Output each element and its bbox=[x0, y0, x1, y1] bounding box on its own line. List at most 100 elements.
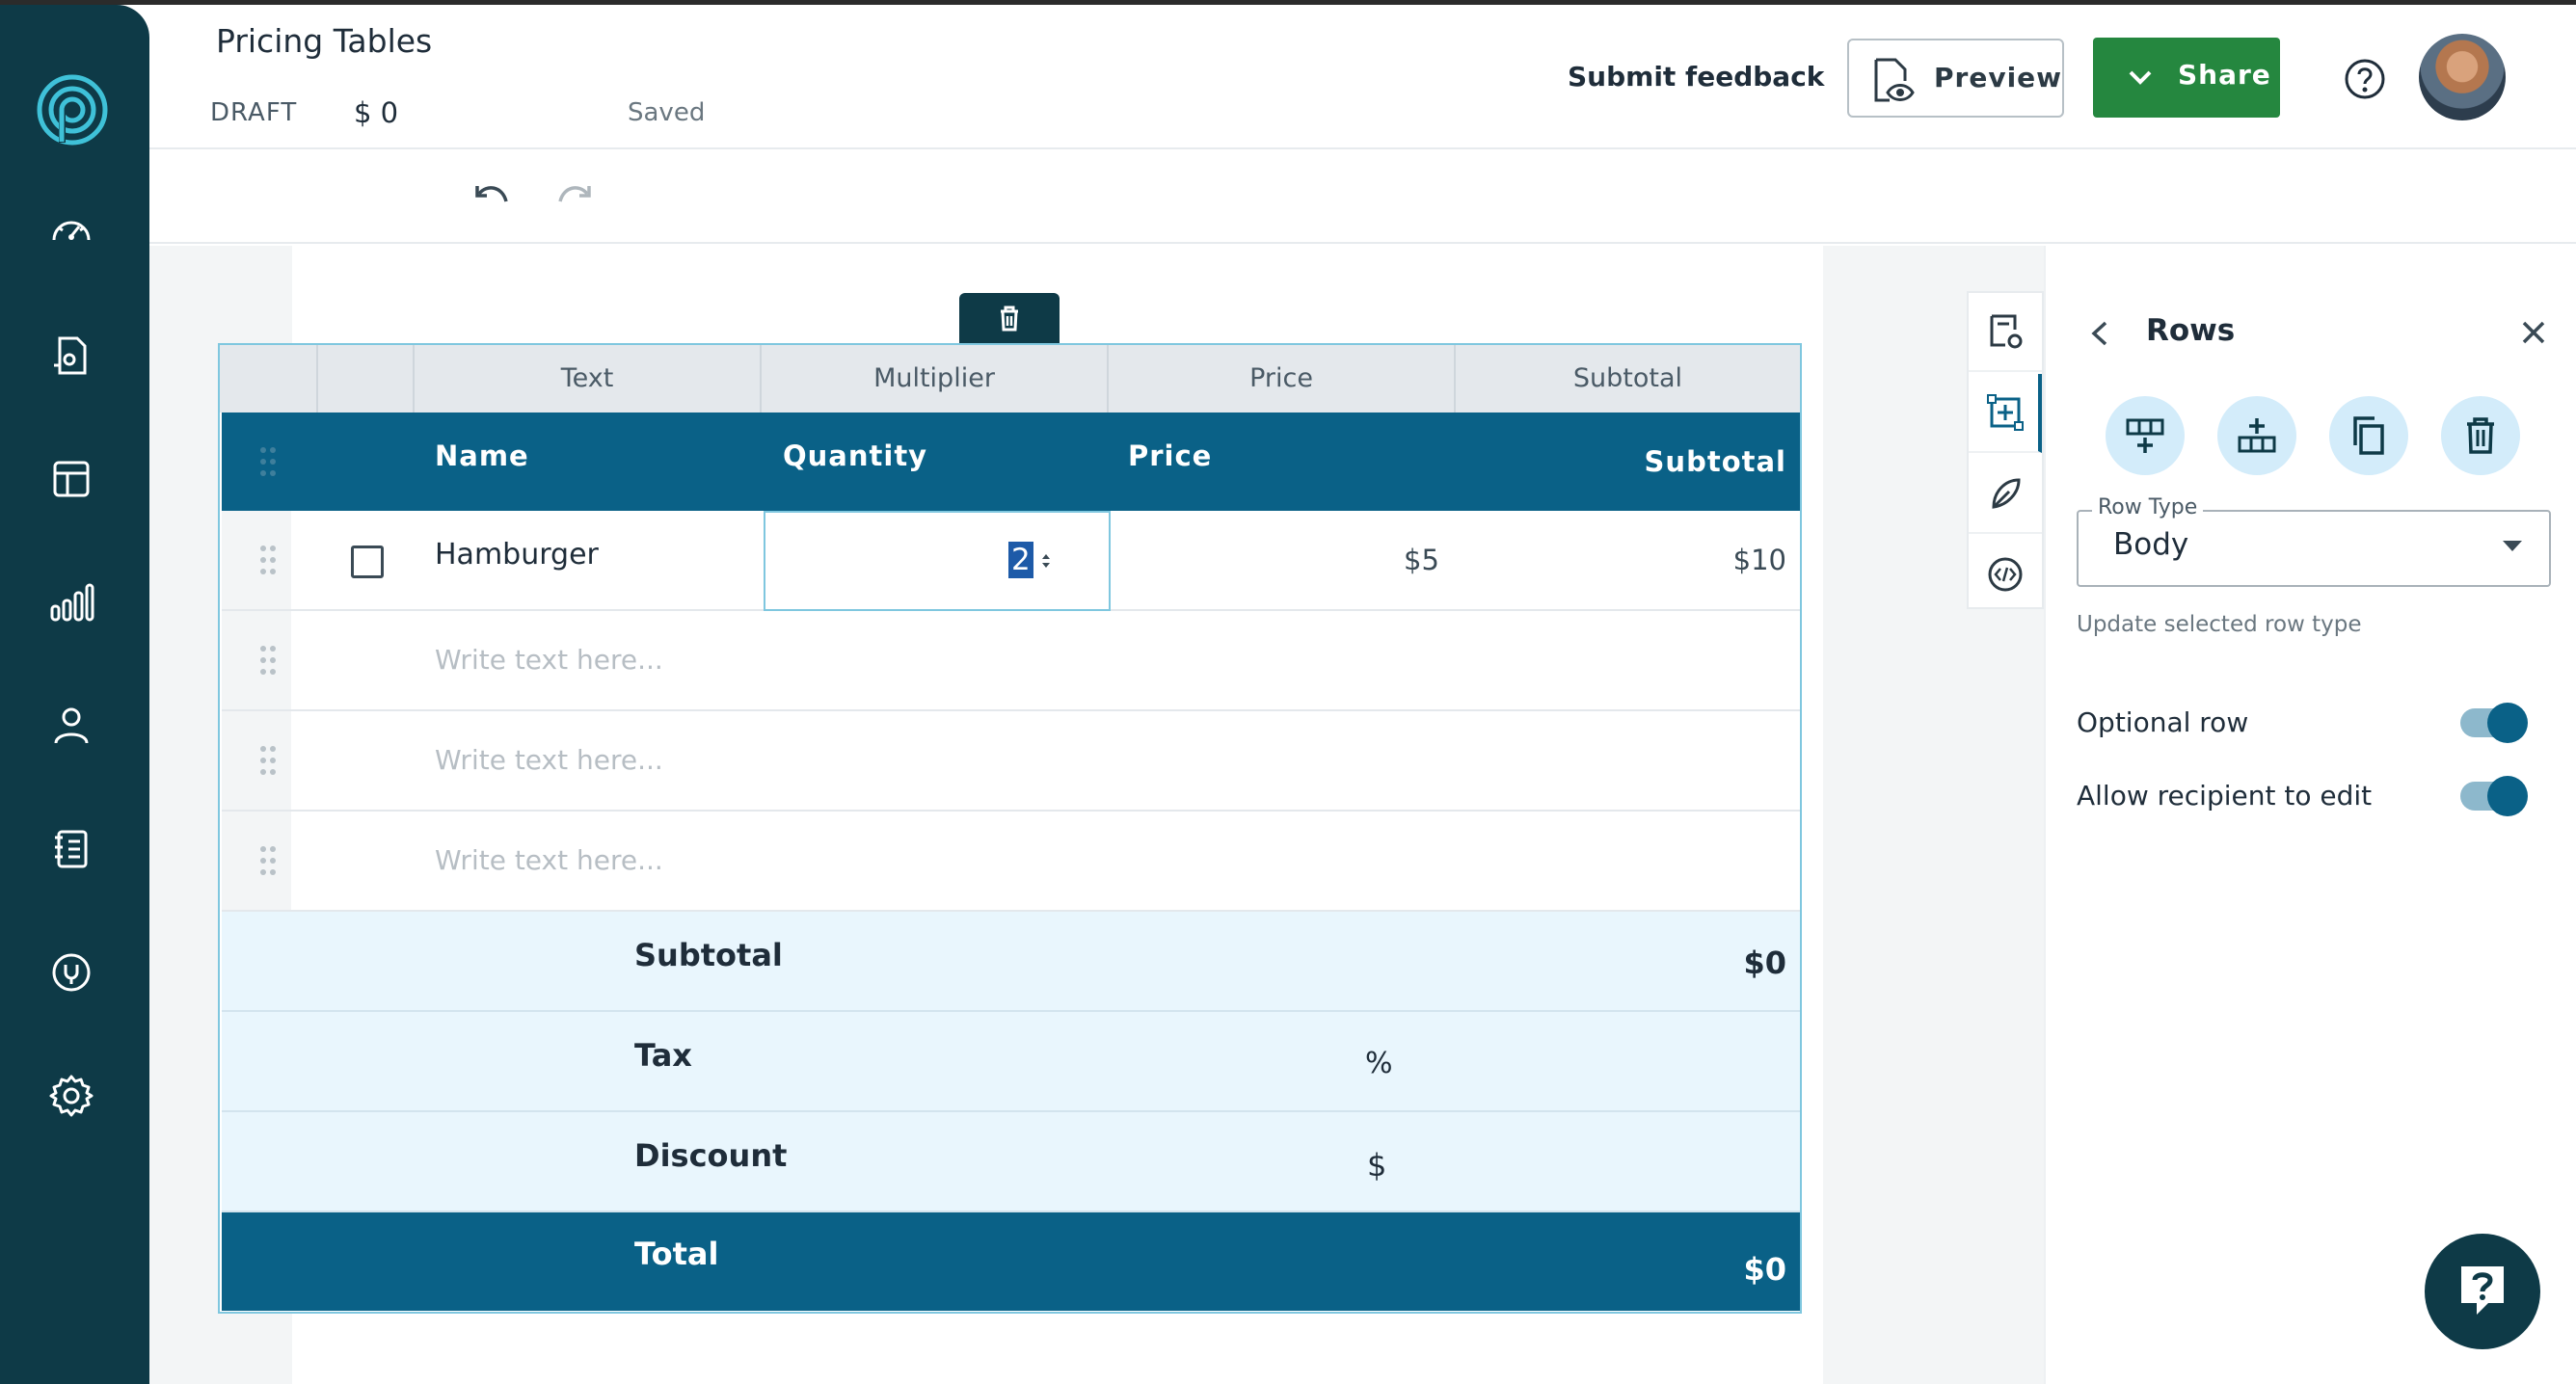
discount-label: Discount bbox=[634, 1137, 788, 1174]
discount-value[interactable]: $ bbox=[1367, 1147, 1386, 1184]
type-cell-multiplier[interactable]: Multiplier bbox=[760, 345, 1107, 413]
trash-icon bbox=[2467, 417, 2494, 454]
share-button[interactable]: Share bbox=[2093, 38, 2280, 118]
item-subtotal: $10 bbox=[1732, 544, 1786, 576]
item-name[interactable]: Hamburger bbox=[435, 538, 599, 572]
allow-edit-toggle[interactable] bbox=[2460, 776, 2528, 816]
editor-toolbar bbox=[149, 151, 2576, 244]
allow-edit-label: Allow recipient to edit bbox=[2077, 780, 2373, 812]
tab-block-settings[interactable] bbox=[1969, 293, 2042, 372]
insert-row-above-button[interactable] bbox=[2106, 396, 2185, 475]
documents-icon[interactable] bbox=[46, 331, 96, 381]
tax-value[interactable]: % bbox=[1365, 1047, 1393, 1080]
item-price[interactable]: $5 bbox=[1404, 544, 1439, 576]
header-subtotal[interactable]: Subtotal bbox=[1645, 445, 1786, 478]
stepper-icon[interactable] bbox=[1039, 551, 1053, 571]
user-avatar[interactable] bbox=[2419, 34, 2506, 120]
document-status: DRAFT bbox=[210, 98, 298, 127]
chat-icon bbox=[2461, 1266, 2504, 1315]
redo-icon[interactable] bbox=[554, 180, 593, 215]
copy-icon bbox=[2353, 416, 2384, 455]
pricing-table[interactable]: Text Multiplier Price Subtotal Name Quan… bbox=[218, 343, 1802, 1314]
type-cell-grip bbox=[220, 345, 316, 413]
drag-handle-icon[interactable] bbox=[260, 846, 278, 875]
quantity-value[interactable]: 2 bbox=[1008, 542, 1033, 578]
insert-row-above-icon bbox=[2126, 418, 2164, 453]
header-name[interactable]: Name bbox=[435, 439, 529, 472]
row-grip-column bbox=[222, 711, 291, 810]
document-header: Pricing Tables DRAFT $ 0 Saved Submit fe… bbox=[149, 5, 2576, 149]
chevron-down-icon bbox=[2129, 70, 2152, 85]
table-row[interactable]: Write text here... bbox=[222, 611, 1800, 711]
drag-handle-icon[interactable] bbox=[260, 646, 278, 675]
row-text-placeholder[interactable]: Write text here... bbox=[435, 644, 663, 676]
subtotal-value: $0 bbox=[1743, 945, 1786, 981]
toggle-knob bbox=[2487, 776, 2528, 816]
total-row[interactable]: Total $0 bbox=[222, 1212, 1800, 1311]
app-logo-icon[interactable] bbox=[35, 72, 110, 147]
subtotal-label: Subtotal bbox=[634, 937, 783, 973]
preview-label: Preview bbox=[1934, 62, 2063, 93]
submit-feedback-link[interactable]: Submit feedback bbox=[1568, 61, 1824, 93]
tab-rows[interactable] bbox=[1969, 374, 2042, 453]
type-cell-price[interactable]: Price bbox=[1107, 345, 1454, 413]
dashboard-icon[interactable] bbox=[46, 207, 96, 257]
discount-row[interactable]: Discount $ bbox=[222, 1112, 1800, 1212]
optional-row-toggle[interactable] bbox=[2460, 703, 2528, 743]
drag-handle-icon[interactable] bbox=[260, 447, 278, 476]
total-label: Total bbox=[634, 1236, 719, 1272]
share-label: Share bbox=[2178, 59, 2271, 91]
header-quantity[interactable]: Quantity bbox=[783, 439, 927, 472]
feather-pen-icon bbox=[1992, 478, 2021, 509]
row-grip-column bbox=[222, 812, 291, 910]
close-icon[interactable] bbox=[2520, 319, 2547, 346]
quantity-input[interactable]: 2 bbox=[764, 511, 1111, 611]
subtotal-row[interactable]: Subtotal $0 bbox=[222, 912, 1800, 1012]
document-title[interactable]: Pricing Tables bbox=[216, 22, 432, 60]
drag-handle-icon[interactable] bbox=[260, 546, 278, 574]
delete-table-button[interactable] bbox=[959, 293, 1060, 343]
header-price[interactable]: Price bbox=[1128, 439, 1212, 472]
analytics-icon[interactable] bbox=[46, 577, 96, 627]
support-chat-button[interactable] bbox=[2425, 1234, 2540, 1349]
toggle-knob bbox=[2487, 703, 2528, 743]
table-rows-icon bbox=[1987, 394, 2024, 431]
table-row[interactable]: Hamburger 2 $5 $10 bbox=[222, 511, 1800, 611]
drag-handle-icon[interactable] bbox=[260, 746, 278, 775]
row-grip-column bbox=[222, 611, 291, 709]
help-icon[interactable] bbox=[2344, 58, 2386, 100]
row-grip-column bbox=[222, 511, 291, 609]
insert-row-below-button[interactable] bbox=[2217, 396, 2296, 475]
undo-icon[interactable] bbox=[473, 180, 512, 215]
table-header-row[interactable]: Name Quantity Price Subtotal bbox=[222, 413, 1800, 511]
tab-signature[interactable] bbox=[1969, 455, 2042, 534]
row-type-hint: Update selected row type bbox=[2077, 612, 2362, 637]
column-type-header: Text Multiplier Price Subtotal bbox=[220, 345, 1800, 413]
type-cell-subtotal[interactable]: Subtotal bbox=[1454, 345, 1800, 413]
save-status: Saved bbox=[628, 98, 706, 127]
delete-row-button[interactable] bbox=[2441, 396, 2520, 475]
duplicate-row-button[interactable] bbox=[2329, 396, 2408, 475]
row-select-checkbox[interactable] bbox=[351, 546, 384, 578]
tax-row[interactable]: Tax % bbox=[222, 1012, 1800, 1112]
chevron-left-icon[interactable] bbox=[2088, 319, 2111, 348]
block-settings-icon bbox=[1990, 314, 2023, 349]
settings-icon[interactable] bbox=[46, 1071, 96, 1121]
left-sidebar bbox=[0, 5, 149, 1384]
tab-code[interactable] bbox=[1969, 536, 2042, 615]
rows-panel: Rows Row Type Body Update selected row t… bbox=[2044, 246, 2576, 1384]
row-text-placeholder[interactable]: Write text here... bbox=[435, 744, 663, 776]
preview-button[interactable]: Preview bbox=[1847, 39, 2064, 118]
row-type-value[interactable]: Body bbox=[2113, 527, 2188, 562]
integrations-icon[interactable] bbox=[46, 947, 96, 998]
tax-label: Tax bbox=[634, 1037, 692, 1074]
table-row[interactable]: Write text here... bbox=[222, 711, 1800, 812]
row-text-placeholder[interactable]: Write text here... bbox=[435, 844, 663, 876]
code-icon bbox=[1988, 557, 2023, 592]
templates-icon[interactable] bbox=[46, 454, 96, 504]
contacts-icon[interactable] bbox=[46, 701, 96, 751]
catalog-icon[interactable] bbox=[46, 824, 96, 874]
type-cell-text[interactable]: Text bbox=[413, 345, 760, 413]
table-row[interactable]: Write text here... bbox=[222, 812, 1800, 912]
caret-down-icon[interactable] bbox=[2503, 541, 2522, 551]
